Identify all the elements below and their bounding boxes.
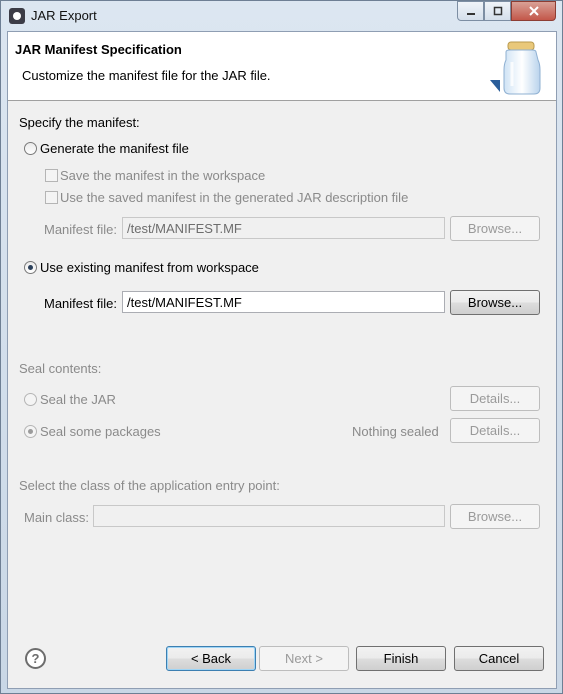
window-controls — [457, 1, 556, 21]
entry-point-section-label: Select the class of the application entr… — [19, 478, 280, 493]
next-button[interactable]: Next > — [259, 646, 349, 671]
generate-manifest-browse-button[interactable]: Browse... — [450, 216, 540, 241]
maximize-icon — [493, 6, 502, 16]
main-class-browse-button[interactable]: Browse... — [450, 504, 540, 529]
seal-jar-label: Seal the JAR — [40, 392, 116, 407]
generate-manifest-file-label: Manifest file: — [44, 222, 117, 237]
page-description: Customize the manifest file for the JAR … — [22, 68, 271, 83]
close-button[interactable] — [511, 1, 556, 21]
help-icon[interactable]: ? — [25, 648, 46, 669]
generate-manifest-file-field[interactable]: /test/MANIFEST.MF — [122, 217, 445, 239]
use-existing-manifest-radio[interactable] — [24, 261, 37, 274]
existing-manifest-browse-button[interactable]: Browse... — [450, 290, 540, 315]
seal-status-text: Nothing sealed — [352, 424, 439, 439]
seal-packages-radio[interactable] — [24, 425, 37, 438]
save-in-workspace-checkbox[interactable] — [45, 169, 58, 182]
seal-section-label: Seal contents: — [19, 361, 102, 376]
minimize-icon — [466, 13, 475, 15]
eclipse-icon — [9, 8, 25, 24]
cancel-button[interactable]: Cancel — [454, 646, 544, 671]
use-saved-manifest-checkbox[interactable] — [45, 191, 58, 204]
finish-button[interactable]: Finish — [356, 646, 446, 671]
seal-jar-details-button[interactable]: Details... — [450, 386, 540, 411]
seal-packages-details-button[interactable]: Details... — [450, 418, 540, 443]
page-title: JAR Manifest Specification — [15, 42, 182, 57]
main-class-field[interactable] — [93, 505, 445, 527]
title-bar: JAR Export — [1, 1, 562, 31]
seal-jar-radio[interactable] — [24, 393, 37, 406]
back-button[interactable]: < Back — [166, 646, 256, 671]
generate-manifest-radio[interactable] — [24, 142, 37, 155]
generate-manifest-label[interactable]: Generate the manifest file — [40, 141, 189, 156]
window-title: JAR Export — [31, 8, 97, 23]
dialog-content: JAR Manifest Specification Customize the… — [7, 31, 557, 689]
main-class-label: Main class: — [24, 510, 90, 525]
manifest-section-label: Specify the manifest: — [19, 115, 140, 130]
existing-manifest-file-label: Manifest file: — [44, 296, 117, 311]
wizard-header: JAR Manifest Specification Customize the… — [8, 32, 556, 101]
jar-icon — [490, 41, 541, 95]
jar-export-window: JAR Export JAR Manifest Specification Cu… — [0, 0, 563, 694]
close-icon — [528, 6, 539, 16]
use-saved-manifest-label: Use the saved manifest in the generated … — [60, 190, 409, 205]
seal-packages-label: Seal some packages — [40, 424, 161, 439]
maximize-button[interactable] — [484, 1, 511, 21]
minimize-button[interactable] — [457, 1, 484, 21]
use-existing-manifest-label[interactable]: Use existing manifest from workspace — [40, 260, 259, 275]
existing-manifest-file-field[interactable]: /test/MANIFEST.MF — [122, 291, 445, 313]
save-in-workspace-label: Save the manifest in the workspace — [60, 168, 266, 183]
